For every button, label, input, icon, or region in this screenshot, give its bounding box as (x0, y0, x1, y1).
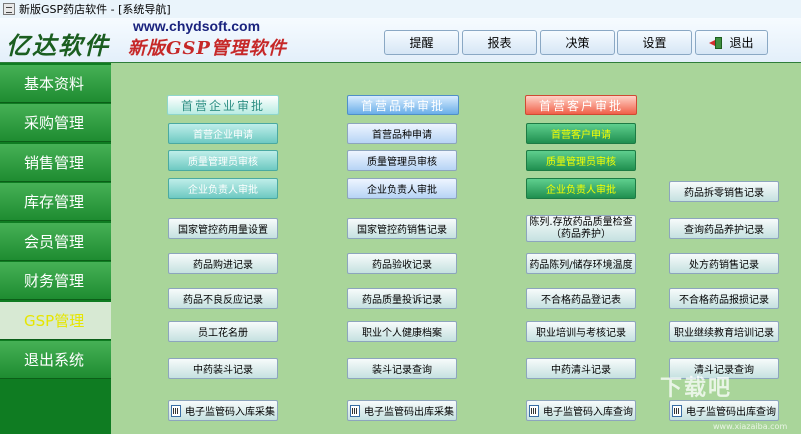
window-titlebar: 新版GSP药店软件 - [系统导航] (0, 0, 801, 19)
nonconforming-register-button[interactable]: 不合格药品登记表 (526, 288, 636, 309)
ecode-outbound-collect-label: 电子监管码出库采集 (364, 407, 454, 418)
ecode-outbound-collect-button[interactable]: 电子监管码出库采集 (347, 400, 457, 421)
barcode-icon (529, 404, 539, 417)
employee-roster-button[interactable]: 员工花名册 (168, 321, 278, 342)
maintenance-query-button[interactable]: 查询药品养护记录 (669, 218, 779, 239)
enterprise-head-approval-button[interactable]: 企业负责人审批 (168, 178, 278, 199)
drug-acceptance-record-button[interactable]: 药品验收记录 (347, 253, 457, 274)
controlled-drug-limit-button[interactable]: 国家管控药用量设置 (168, 218, 278, 239)
customer-head-approval-button[interactable]: 企业负责人审批 (526, 178, 636, 199)
quality-complaint-record-button[interactable]: 药品质量投诉记录 (347, 288, 457, 309)
sidebar-item-sales[interactable]: 销售管理 (0, 144, 111, 182)
app-icon (3, 3, 15, 15)
sidebar-item-gsp[interactable]: GSP管理 (0, 302, 111, 340)
ecode-inbound-query-label: 电子监管码入库查询 (543, 407, 633, 418)
first-variety-apply-button[interactable]: 首营品种申请 (347, 123, 457, 144)
ecode-inbound-collect-label: 电子监管码入库采集 (185, 407, 275, 418)
ecode-inbound-collect-button[interactable]: 电子监管码入库采集 (168, 400, 278, 421)
remind-button-label: 提醒 (409, 36, 434, 50)
bucket-fill-query-button[interactable]: 装斗记录查询 (347, 358, 457, 379)
drug-purchase-record-button[interactable]: 药品购进记录 (168, 253, 278, 274)
app-header: 亿达软件 www.chydsoft.com 新版GSP管理软件 提醒 报表 决策… (0, 18, 801, 64)
first-customer-apply-button[interactable]: 首营客户申请 (526, 123, 636, 144)
product-name: 新版GSP管理软件 (128, 38, 287, 59)
sidebar-item-purchase[interactable]: 采购管理 (0, 104, 111, 142)
exit-button[interactable]: 退出 (695, 30, 768, 55)
barcode-icon (672, 404, 682, 417)
watermark-url: www.xiazaiba.com (713, 422, 788, 431)
enterprise-qa-review-button[interactable]: 质量管理员审核 (168, 150, 278, 171)
training-assessment-button[interactable]: 职业培训与考核记录 (526, 321, 636, 342)
sidebar-item-exit-system[interactable]: 退出系统 (0, 341, 111, 379)
continuing-education-button[interactable]: 职业继续教育培训记录 (669, 321, 779, 342)
barcode-icon (171, 404, 181, 417)
barcode-icon (350, 404, 360, 417)
exit-door-icon (709, 36, 723, 50)
sidebar-item-basic-data[interactable]: 基本资料 (0, 65, 111, 103)
health-file-button[interactable]: 职业个人健康档案 (347, 321, 457, 342)
prescription-sales-record-button[interactable]: 处方药销售记录 (669, 253, 779, 274)
variety-qa-review-button[interactable]: 质量管理员审核 (347, 150, 457, 171)
section-first-customer-approval: 首营客户审批 (525, 95, 637, 115)
display-storage-check-button[interactable]: 陈列.存放药品质量检查 （药品养护） (526, 215, 636, 242)
ecode-outbound-query-button[interactable]: 电子监管码出库查询 (669, 400, 779, 421)
sidebar-item-finance[interactable]: 财务管理 (0, 262, 111, 300)
settings-button-label: 设置 (642, 36, 667, 50)
section-first-enterprise-approval: 首营企业审批 (167, 95, 279, 115)
exit-button-label: 退出 (729, 36, 754, 50)
herb-bucket-clear-record-button[interactable]: 中药清斗记录 (526, 358, 636, 379)
company-logo: 亿达软件 (6, 31, 110, 60)
decision-button[interactable]: 决策 (540, 30, 615, 55)
nonconforming-loss-record-button[interactable]: 不合格药品报损记录 (669, 288, 779, 309)
display-storage-check-sublabel: （药品养护） (551, 228, 611, 240)
section-first-variety-approval: 首营品种审批 (347, 95, 459, 115)
ecode-inbound-query-button[interactable]: 电子监管码入库查询 (526, 400, 636, 421)
display-storage-check-label: 陈列.存放药品质量检查 (529, 216, 633, 228)
sidebar-item-inventory[interactable]: 库存管理 (0, 183, 111, 221)
report-button[interactable]: 报表 (462, 30, 537, 55)
window-title: 新版GSP药店软件 - [系统导航] (19, 3, 171, 16)
report-button-label: 报表 (487, 36, 512, 50)
decision-button-label: 决策 (565, 36, 590, 50)
ecode-outbound-query-label: 电子监管码出库查询 (686, 407, 776, 418)
split-sales-record-button[interactable]: 药品拆零销售记录 (669, 181, 779, 202)
customer-qa-review-button[interactable]: 质量管理员审核 (526, 150, 636, 171)
variety-head-approval-button[interactable]: 企业负责人审批 (347, 178, 457, 199)
remind-button[interactable]: 提醒 (384, 30, 459, 55)
adverse-reaction-record-button[interactable]: 药品不良反应记录 (168, 288, 278, 309)
controlled-drug-sales-button[interactable]: 国家管控药销售记录 (347, 218, 457, 239)
sidebar-item-members[interactable]: 会员管理 (0, 223, 111, 261)
watermark-logo: 下载吧 (660, 376, 733, 401)
sidebar: 基本资料 采购管理 销售管理 库存管理 会员管理 财务管理 GSP管理 退出系统 (0, 63, 111, 434)
settings-button[interactable]: 设置 (617, 30, 692, 55)
first-enterprise-apply-button[interactable]: 首营企业申请 (168, 123, 278, 144)
herb-bucket-fill-record-button[interactable]: 中药装斗记录 (168, 358, 278, 379)
display-temperature-button[interactable]: 药品陈列/储存环境温度 (526, 253, 636, 274)
company-url: www.chydsoft.com (133, 18, 261, 34)
